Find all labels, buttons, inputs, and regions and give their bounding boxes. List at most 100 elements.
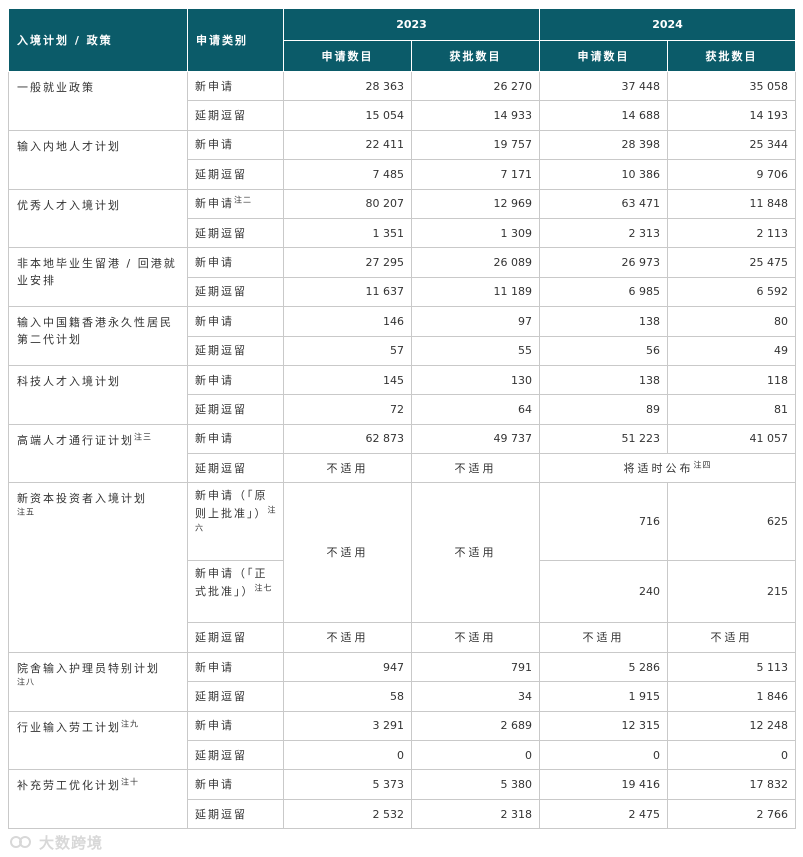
programme-name: 优秀人才入境计划 xyxy=(8,188,188,249)
header-programme: 入境计划 / 政策 xyxy=(8,8,188,72)
category-label: 延期逗留 xyxy=(187,622,284,653)
value-cell: 6 985 xyxy=(539,276,668,308)
value-cell: 15 054 xyxy=(283,100,412,131)
value-cell: 80 xyxy=(667,306,796,337)
category-label: 延期逗留 xyxy=(187,159,284,190)
footnote-marker: 注五 xyxy=(17,507,35,517)
table-row: 科技人才入境计划 新申请 145 130 138 118 xyxy=(8,364,796,425)
value-cell: 28 398 xyxy=(539,129,668,161)
value-cell: 791 xyxy=(411,651,540,683)
footnote-marker: 注四 xyxy=(693,460,712,470)
footnote-marker: 注二 xyxy=(234,195,252,205)
value-cell: 12 315 xyxy=(539,710,668,742)
footnote-marker: 注七 xyxy=(254,583,273,593)
value-cell: 11 189 xyxy=(411,276,540,308)
value-cell: 145 xyxy=(283,364,412,396)
category-label: 延期逗留 xyxy=(187,453,284,484)
programme-name: 行业输入劳工计划注九 xyxy=(8,710,188,771)
category-label: 新申请（「原则上批准」）注六 xyxy=(187,482,284,562)
value-cell: 26 089 xyxy=(411,247,540,278)
value-cell: 130 xyxy=(411,364,540,396)
value-cell: 27 295 xyxy=(283,247,412,278)
value-cell: 1 915 xyxy=(539,681,668,712)
value-cell: 58 xyxy=(283,681,412,712)
category-label: 新申请注二 xyxy=(187,188,284,219)
footnote-marker: 注八 xyxy=(17,677,35,687)
table-row: 非本地毕业生留港 / 回港就业安排 新申请 27 295 26 089 26 9… xyxy=(8,247,796,308)
table-row: 院舍输入护理员特别计划 注八 新申请 947 791 5 286 5 113 xyxy=(8,651,796,712)
value-cell: 118 xyxy=(667,364,796,396)
value-cell: 14 933 xyxy=(411,100,540,131)
value-cell: 64 xyxy=(411,394,540,425)
value-cell: 26 973 xyxy=(539,247,668,278)
value-cell: 55 xyxy=(411,335,540,366)
value-cell: 2 532 xyxy=(283,798,412,830)
header-approved-2023: 获批数目 xyxy=(411,40,540,72)
footnote-marker: 注九 xyxy=(121,718,139,728)
value-cell: 2 689 xyxy=(411,710,540,742)
value-cell: 25 475 xyxy=(667,247,796,278)
header-category: 申请类别 xyxy=(187,8,284,72)
value-cell: 26 270 xyxy=(411,70,540,102)
table-row: 优秀人才入境计划 新申请注二 80 207 12 969 63 471 11 8… xyxy=(8,188,796,249)
value-cell: 25 344 xyxy=(667,129,796,161)
table-row: 补充劳工优化计划注十 新申请 5 373 5 380 19 416 17 832 xyxy=(8,769,796,830)
category-label: 新申请 xyxy=(187,364,284,396)
category-label: 延期逗留 xyxy=(187,681,284,712)
not-applicable-cell: 不适用 xyxy=(411,622,540,653)
value-cell: 2 318 xyxy=(411,798,540,830)
programme-name: 高端人才通行证计划注三 xyxy=(8,423,188,484)
value-cell: 12 969 xyxy=(411,188,540,219)
value-cell: 62 873 xyxy=(283,423,412,455)
value-cell: 9 706 xyxy=(667,159,796,190)
programme-name: 补充劳工优化计划注十 xyxy=(8,769,188,830)
value-cell: 17 832 xyxy=(667,769,796,800)
value-cell: 7 485 xyxy=(283,159,412,190)
value-cell: 215 xyxy=(667,560,796,624)
footnote-marker: 注十 xyxy=(121,777,139,787)
not-applicable-cell: 不适用 xyxy=(283,482,412,624)
value-cell: 2 313 xyxy=(539,217,668,249)
header-applications-2023: 申请数目 xyxy=(283,40,412,72)
value-cell: 0 xyxy=(411,740,540,771)
category-label: 延期逗留 xyxy=(187,276,284,308)
value-cell: 51 223 xyxy=(539,423,668,455)
value-cell: 138 xyxy=(539,306,668,337)
value-cell: 7 171 xyxy=(411,159,540,190)
value-cell: 6 592 xyxy=(667,276,796,308)
value-cell: 97 xyxy=(411,306,540,337)
not-applicable-cell: 不适用 xyxy=(283,622,412,653)
value-cell: 63 471 xyxy=(539,188,668,219)
value-cell: 89 xyxy=(539,394,668,425)
value-cell: 716 xyxy=(539,482,668,562)
category-label: 延期逗留 xyxy=(187,217,284,249)
value-cell: 80 207 xyxy=(283,188,412,219)
not-applicable-cell: 不适用 xyxy=(411,482,540,624)
category-label: 延期逗留 xyxy=(187,100,284,131)
category-label: 新申请 xyxy=(187,710,284,742)
value-cell: 19 757 xyxy=(411,129,540,161)
category-label: 新申请 xyxy=(187,651,284,683)
footnote-marker: 注三 xyxy=(134,432,152,442)
value-cell: 5 113 xyxy=(667,651,796,683)
category-label: 新申请 xyxy=(187,769,284,800)
watermark-text: 大数跨境 xyxy=(39,834,104,852)
value-cell: 57 xyxy=(283,335,412,366)
value-cell: 138 xyxy=(539,364,668,396)
value-cell: 240 xyxy=(539,560,668,624)
programme-name: 输入中国籍香港永久性居民第二代计划 xyxy=(8,306,188,366)
value-cell: 28 363 xyxy=(283,70,412,102)
category-label: 延期逗留 xyxy=(187,335,284,366)
logo-icon xyxy=(10,835,36,853)
value-cell: 3 291 xyxy=(283,710,412,742)
value-cell: 5 286 xyxy=(539,651,668,683)
value-cell: 1 846 xyxy=(667,681,796,712)
value-cell: 11 848 xyxy=(667,188,796,219)
value-cell: 2 766 xyxy=(667,798,796,830)
value-cell: 34 xyxy=(411,681,540,712)
category-label: 新申请（「正式批准」）注七 xyxy=(187,560,284,624)
value-cell: 5 380 xyxy=(411,769,540,800)
immigration-statistics-table: 入境计划 / 政策 申请类别 2023 2024 申请数目 获批数目 申请数目 … xyxy=(8,8,796,830)
value-cell: 49 737 xyxy=(411,423,540,455)
programme-name: 输入内地人才计划 xyxy=(8,129,188,190)
